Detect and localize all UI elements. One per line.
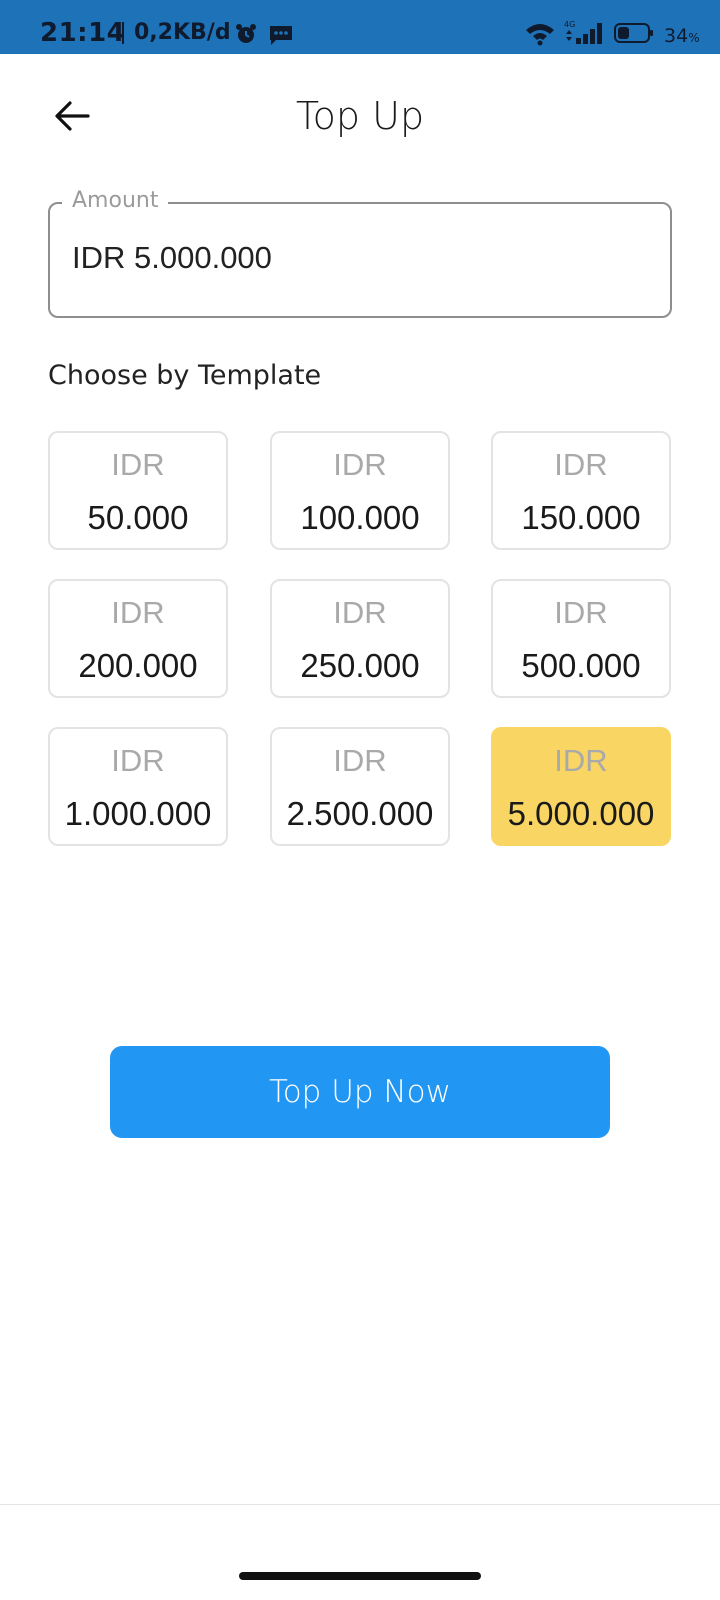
status-divider [122, 22, 124, 44]
home-indicator[interactable] [239, 1572, 481, 1580]
top-up-now-button[interactable]: Top Up Now [110, 1046, 610, 1138]
tile-currency: IDR [111, 743, 165, 778]
page-title: Top Up [295, 94, 425, 138]
template-tile[interactable]: IDR 500.000 [491, 579, 671, 698]
tile-amount: 2.500.000 [286, 795, 434, 832]
tile-amount: 200.000 [78, 647, 198, 684]
amount-label: Amount [62, 188, 169, 213]
tile-amount: 1.000.000 [64, 795, 212, 832]
tile-currency: IDR [333, 595, 387, 630]
template-tile-selected[interactable]: IDR 5.000.000 [491, 727, 671, 846]
tile-amount: 50.000 [87, 499, 189, 536]
signal-icon: 4G [564, 20, 606, 46]
tile-currency: IDR [554, 595, 608, 630]
tile-amount: 500.000 [521, 647, 641, 684]
tile-currency: IDR [333, 743, 387, 778]
nav-divider [0, 1504, 720, 1505]
status-bar: 21:14 0,2KB/d 4G 34% [0, 0, 720, 54]
tile-currency: IDR [554, 743, 608, 778]
alarm-icon [234, 22, 258, 46]
tile-amount: 5.000.000 [507, 795, 655, 832]
battery-icon [614, 22, 654, 44]
template-tile[interactable]: IDR 1.000.000 [48, 727, 228, 846]
network-type-label: 4G [564, 20, 575, 29]
tile-currency: IDR [111, 447, 165, 482]
template-tile[interactable]: IDR 250.000 [270, 579, 450, 698]
tile-currency: IDR [333, 447, 387, 482]
amount-value[interactable]: IDR 5.000.000 [72, 240, 272, 276]
tile-amount: 100.000 [300, 499, 420, 536]
tile-amount: 250.000 [300, 647, 420, 684]
wifi-icon [524, 22, 556, 46]
status-time: 21:14 [40, 18, 126, 48]
status-net-speed: 0,2KB/d [134, 20, 231, 45]
message-icon [268, 24, 294, 46]
tile-currency: IDR [111, 595, 165, 630]
template-tile[interactable]: IDR 200.000 [48, 579, 228, 698]
template-tile[interactable]: IDR 150.000 [491, 431, 671, 550]
template-section-label: Choose by Template [48, 360, 322, 391]
template-tile[interactable]: IDR 50.000 [48, 431, 228, 550]
template-tile[interactable]: IDR 2.500.000 [270, 727, 450, 846]
tile-amount: 150.000 [521, 499, 641, 536]
template-tile[interactable]: IDR 100.000 [270, 431, 450, 550]
tile-currency: IDR [554, 447, 608, 482]
battery-percent: 34% [664, 25, 700, 47]
